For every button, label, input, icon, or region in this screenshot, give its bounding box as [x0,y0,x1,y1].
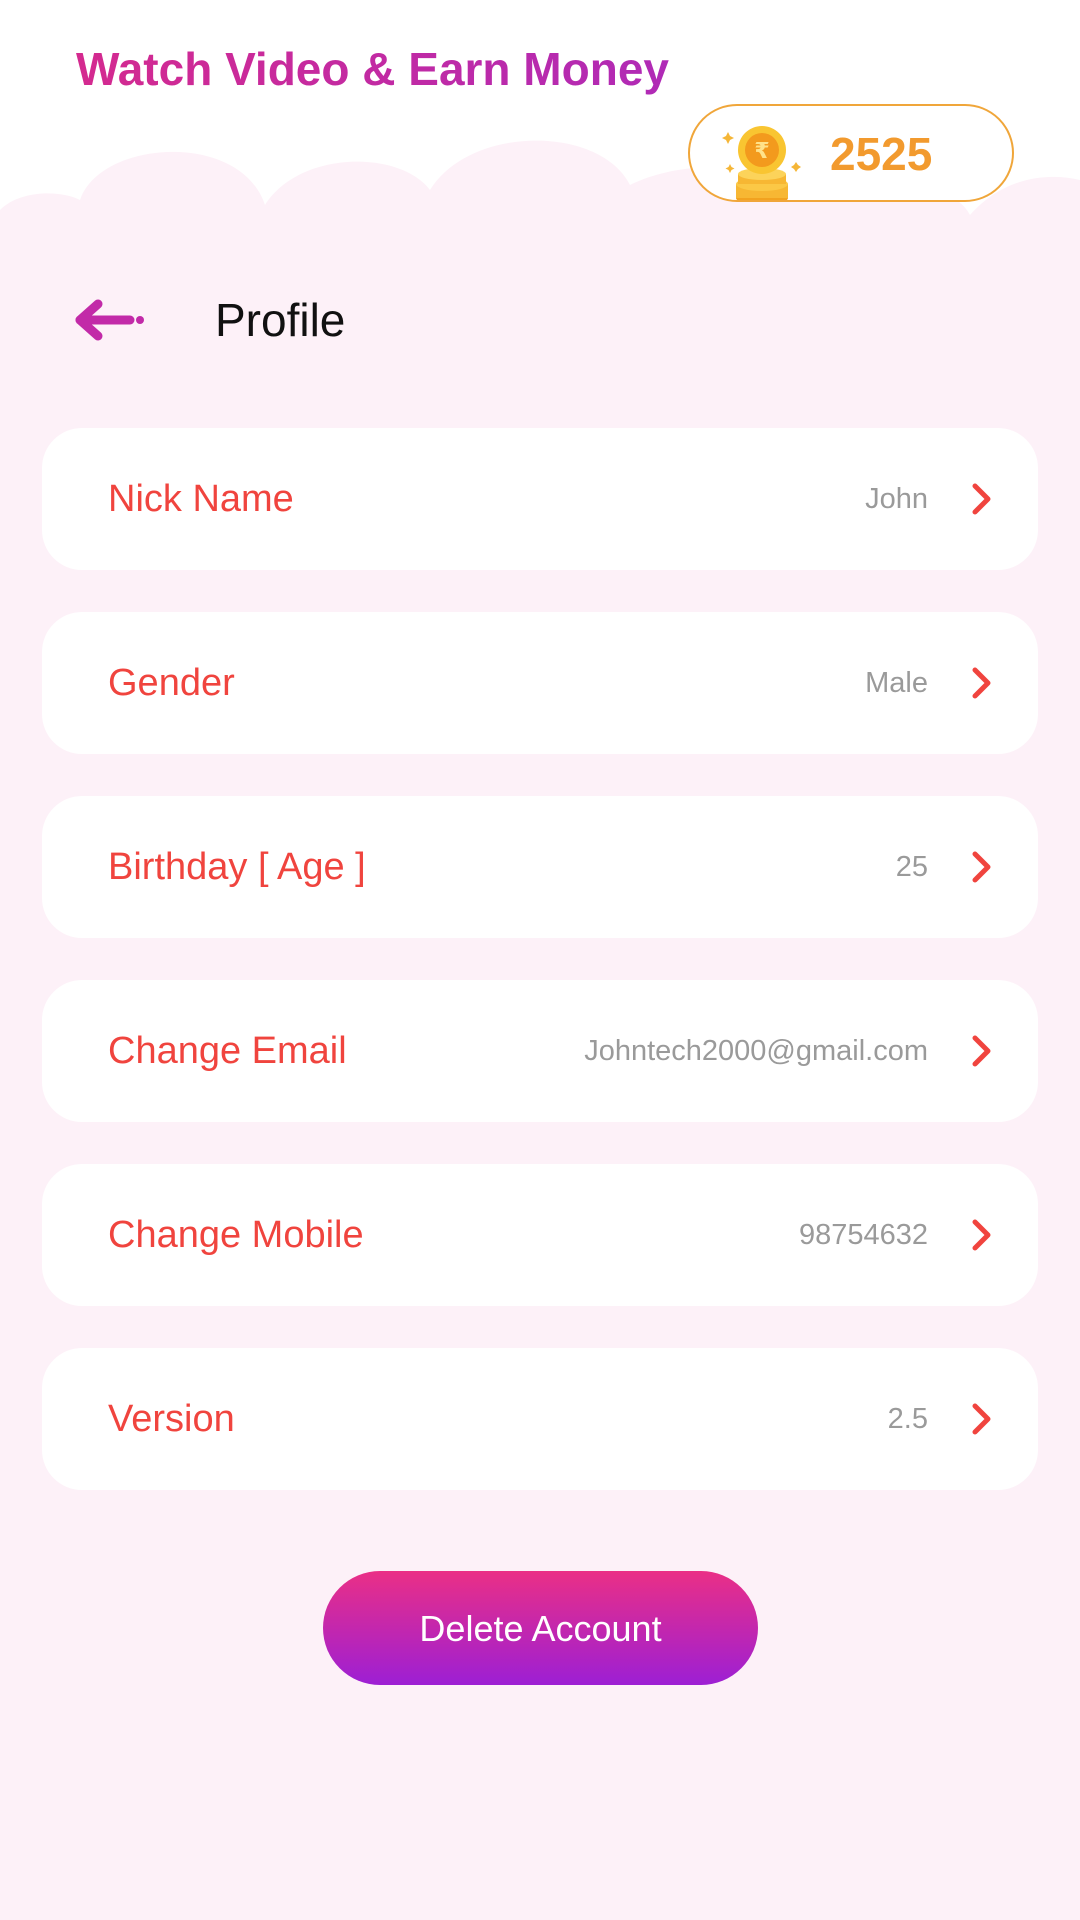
row-value: 98754632 [798,1219,928,1251]
chevron-right-icon [972,1219,991,1251]
svg-text:₹: ₹ [754,139,769,164]
coin-balance[interactable]: ₹ 2525 [688,104,1014,202]
row-label: Version [108,1398,235,1440]
page-header: Profile [0,280,1080,360]
profile-row-gender[interactable]: Gender Male [42,612,1038,754]
chevron-right-icon [972,667,991,699]
page-title: Profile [215,294,346,346]
chevron-right-icon [972,1403,991,1435]
chevron-right-icon [972,1035,991,1067]
profile-row-mobile[interactable]: Change Mobile 98754632 [42,1164,1038,1306]
profile-settings-list: Nick Name John Gender Male Birthday [ Ag… [42,428,1038,1532]
profile-row-email[interactable]: Change Email Johntech2000@gmail.com [42,980,1038,1122]
arrow-left-icon[interactable] [74,296,146,344]
delete-account-button[interactable]: Delete Account [323,1571,758,1685]
row-value: Johntech2000@gmail.com [584,1035,928,1067]
row-value: John [865,483,928,515]
app-title: Watch Video & Earn Money [76,43,669,95]
row-value: 25 [895,851,928,883]
row-label: Change Email [108,1030,347,1072]
rupee-coin-stack-icon: ₹ [722,126,801,200]
profile-row-birthday[interactable]: Birthday [ Age ] 25 [42,796,1038,938]
row-label: Nick Name [108,478,294,520]
profile-row-nick-name[interactable]: Nick Name John [42,428,1038,570]
row-value: Male [865,667,928,699]
profile-row-version[interactable]: Version 2.5 [42,1348,1038,1490]
chevron-right-icon [972,483,991,515]
row-label: Birthday [ Age ] [108,846,366,888]
chevron-right-icon [972,851,991,883]
row-label: Change Mobile [108,1214,364,1256]
row-value: 2.5 [887,1403,928,1435]
coin-count: 2525 [830,128,933,180]
row-label: Gender [108,662,235,704]
